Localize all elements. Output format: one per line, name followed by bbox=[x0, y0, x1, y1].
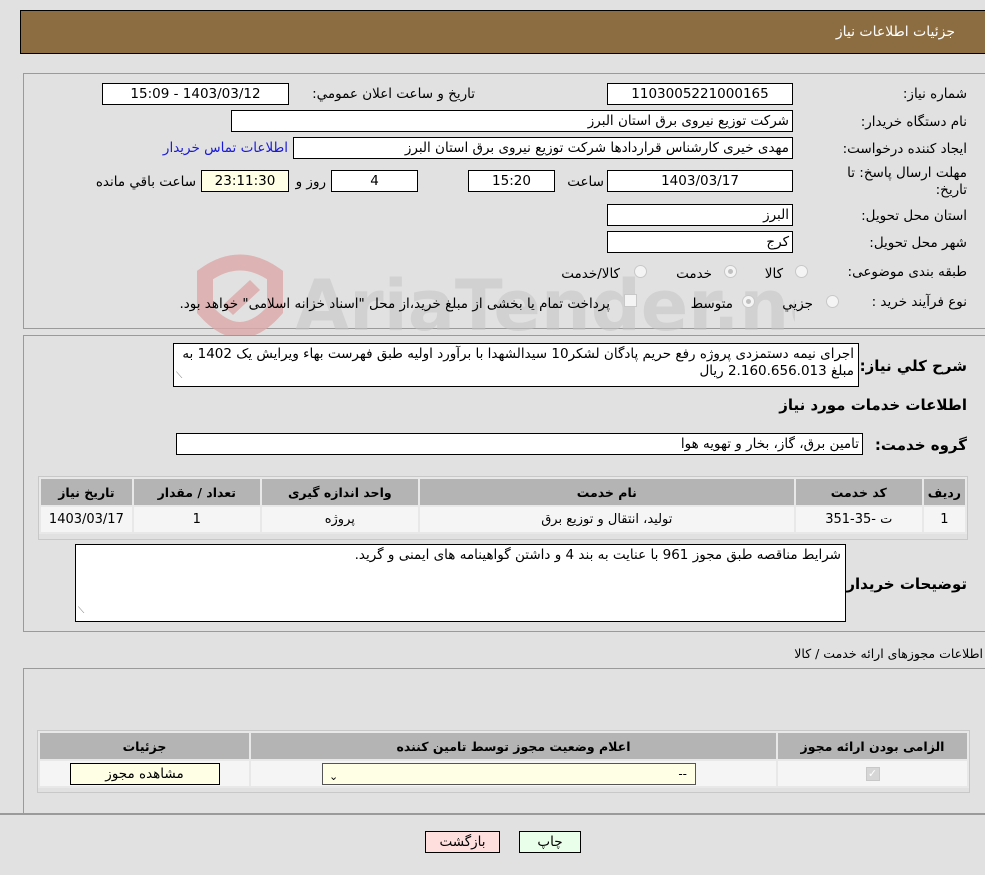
process-radio-medium[interactable] bbox=[742, 295, 755, 308]
col-service-name: نام خدمت bbox=[417, 477, 796, 507]
col-license-details: جزئیات bbox=[38, 731, 251, 761]
delivery-province-field: البرز bbox=[607, 204, 793, 226]
col-unit: واحد اندازه گیری bbox=[259, 477, 420, 507]
col-need-date: تاریخ نیاز bbox=[39, 477, 134, 507]
category-option-goods-service: کالا/خدمت bbox=[561, 266, 620, 282]
col-quantity: تعداد / مقدار bbox=[131, 477, 262, 507]
license-status-value: -- bbox=[678, 766, 687, 781]
license-required-checkbox[interactable]: ✓ bbox=[865, 767, 880, 781]
treasury-checkbox[interactable] bbox=[624, 294, 637, 307]
col-license-required: الزامی بودن ارائه مجوز bbox=[776, 731, 969, 761]
back-button[interactable]: بازگشت bbox=[425, 831, 500, 853]
remaining-time-field: 23:11:30 bbox=[201, 170, 289, 192]
cell-service-name: تولید، انتقال و توزیع برق bbox=[417, 505, 796, 534]
process-radio-minor[interactable] bbox=[826, 295, 839, 308]
cell-license-status: -- ⌄ bbox=[249, 759, 778, 788]
description-text: اجرای نیمه دستمزدی پروژه رفع حریم پادگان… bbox=[182, 346, 854, 379]
service-group-field: تامین برق، گاز، بخار و تهویه هوا bbox=[176, 433, 863, 455]
remaining-days-field: 4 bbox=[331, 170, 418, 192]
cell-license-details: مشاهده مجوز bbox=[38, 759, 251, 788]
process-option-minor: جزيي bbox=[782, 296, 813, 312]
announce-datetime-field: 1403/03/12 - 15:09 bbox=[102, 83, 289, 105]
services-table: رديف کد خدمت نام خدمت واحد اندازه گیری ت… bbox=[39, 477, 968, 534]
resize-grip-icon[interactable]: ⟋ bbox=[78, 603, 84, 620]
buyer-notes-textarea[interactable]: شرایط مناقصه طبق مجوز 961 با عنایت به بن… bbox=[75, 544, 846, 622]
col-row-number: رديف bbox=[921, 477, 968, 507]
description-label: شرح کلي نياز: bbox=[859, 357, 967, 375]
cell-service-code: ت -35-351 bbox=[793, 505, 924, 534]
announce-datetime-label: تاریخ و ساعت اعلان عمومي: bbox=[312, 86, 475, 102]
cell-row-number: 1 bbox=[921, 505, 968, 534]
cell-license-required: ✓ bbox=[776, 759, 969, 788]
table-row: 1 ت -35-351 تولید، انتقال و توزیع برق پر… bbox=[39, 505, 968, 534]
buyer-notes-label: توضيحات خريدار: bbox=[840, 575, 967, 593]
category-option-service: خدمت bbox=[676, 266, 712, 282]
deadline-date-field: 1403/03/17 bbox=[607, 170, 793, 192]
category-label: طبقه بندی موضوعی: bbox=[847, 264, 967, 280]
licenses-table-header: الزامی بودن ارائه مجوز اعلام وضعیت مجوز … bbox=[38, 731, 969, 761]
footer-divider bbox=[0, 813, 985, 815]
service-group-label: گروه خدمت: bbox=[874, 436, 967, 454]
buyer-org-field: شرکت توزیع نیروی برق استان البرز bbox=[231, 110, 793, 132]
page-header: جزئیات اطلاعات نیاز bbox=[20, 10, 985, 54]
services-section-title: اطلاعات خدمات مورد نياز bbox=[779, 396, 967, 414]
category-radio-goods-service[interactable] bbox=[634, 265, 647, 278]
cell-unit: پروژه bbox=[259, 505, 420, 534]
license-status-select[interactable]: -- ⌄ bbox=[322, 762, 696, 785]
cell-quantity: 1 bbox=[131, 505, 262, 534]
deadline-time-label: ساعت bbox=[567, 174, 604, 190]
category-radio-service[interactable] bbox=[724, 265, 737, 278]
table-row: ✓ -- ⌄ مشاهده مجوز bbox=[38, 759, 969, 788]
need-number-label: شماره نیاز: bbox=[902, 86, 967, 102]
resize-grip-icon[interactable]: ⟋ bbox=[176, 368, 182, 385]
chevron-down-icon: ⌄ bbox=[329, 769, 339, 783]
need-number-field: 1103005221000165 bbox=[607, 83, 793, 105]
buyer-org-label: نام دستگاه خريدار: bbox=[860, 114, 967, 130]
delivery-city-field: کرج bbox=[607, 231, 793, 253]
delivery-city-label: شهر محل تحویل: bbox=[869, 235, 967, 251]
deadline-label: مهلت ارسال پاسخ: تا تاریخ: bbox=[847, 165, 967, 198]
days-label: روز و bbox=[295, 174, 326, 190]
services-table-header: رديف کد خدمت نام خدمت واحد اندازه گیری ت… bbox=[39, 477, 968, 507]
purchase-process-label: نوع فرآیند خرید : bbox=[871, 294, 967, 310]
print-button[interactable]: چاپ bbox=[519, 831, 581, 853]
category-option-goods: کالا bbox=[764, 266, 783, 282]
treasury-note: پرداخت تمام یا بخشی از مبلغ خرید،از محل … bbox=[179, 296, 610, 312]
page-title: جزئیات اطلاعات نیاز bbox=[835, 24, 955, 40]
view-license-button[interactable]: مشاهده مجوز bbox=[69, 762, 220, 785]
requester-label: ايجاد کننده درخواست: bbox=[842, 141, 967, 157]
deadline-time-field: 15:20 bbox=[468, 170, 555, 192]
description-textarea[interactable]: اجرای نیمه دستمزدی پروژه رفع حریم پادگان… bbox=[173, 343, 859, 387]
delivery-province-label: استان محل تحویل: bbox=[861, 208, 967, 224]
licenses-table: الزامی بودن ارائه مجوز اعلام وضعیت مجوز … bbox=[38, 731, 969, 788]
licenses-section-title: اطلاعات مجوزهای ارائه خدمت / کالا bbox=[794, 646, 983, 661]
category-radio-goods[interactable] bbox=[795, 265, 808, 278]
process-option-medium: متوسط bbox=[690, 296, 733, 312]
remaining-label: ساعت باقي مانده bbox=[95, 174, 196, 190]
cell-need-date: 1403/03/17 bbox=[39, 505, 134, 534]
requester-field: مهدی خیری کارشناس قراردادها شرکت توزیع ن… bbox=[293, 137, 793, 159]
buyer-notes-text: شرایط مناقصه طبق مجوز 961 با عنایت به بن… bbox=[354, 547, 841, 563]
col-service-code: کد خدمت bbox=[793, 477, 924, 507]
buyer-contact-link[interactable]: اطلاعات تماس خريدار bbox=[163, 140, 288, 156]
col-license-status: اعلام وضعیت مجوز توسط تامین کننده bbox=[249, 731, 778, 761]
